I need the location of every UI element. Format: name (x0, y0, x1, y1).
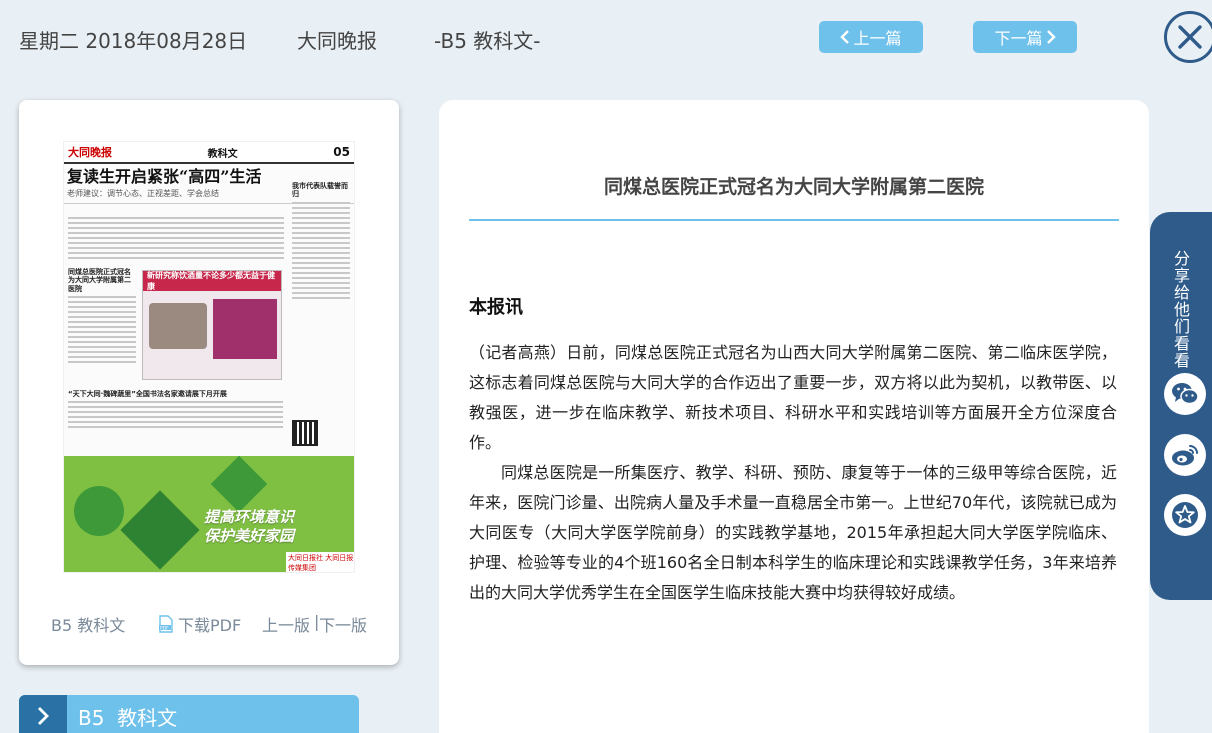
download-pdf-link[interactable]: PDF 下载PDF (158, 612, 241, 636)
thumb-green-ad-line-2: 保护美好家园 (204, 526, 295, 545)
paper-name: 大同晚报 (297, 29, 377, 53)
chevron-right-icon (1046, 30, 1056, 44)
chevron-right-icon (19, 695, 67, 733)
thumb-green-ad: 提高环境意识 保护美好家园 大同日报社 大同日报传媒集团 (64, 455, 354, 572)
thumb-masthead: 大同晚报 教科文 05 (64, 142, 354, 164)
thumb-section-label: B5 教科文 (51, 616, 126, 635)
thumb-ad-banner: 新研究称饮酒量不论多少都无益于健康 (143, 271, 281, 291)
thumb-green-ad-line-1: 提高环境意识 (204, 508, 295, 526)
thumb-ad-image (149, 303, 207, 349)
share-wechat-button[interactable] (1164, 373, 1206, 415)
page-thumbnail[interactable]: 大同晚报 教科文 05 复读生开启紧张“高四”生活 老师建议：调节心态、正视差距… (63, 141, 355, 573)
close-button[interactable] (1164, 11, 1212, 63)
share-label: 分享给他们看看 (1173, 249, 1190, 370)
favorite-button[interactable] (1164, 494, 1206, 536)
top-bar: 星期二 2018年08月28日 大同晚报 -B5 教科文- 上一篇 下一篇 (0, 0, 1212, 76)
article-title: 同煤总医院正式冠名为大同大学附属第二医院 (603, 176, 984, 198)
close-icon (1178, 25, 1202, 49)
article-panel: 同煤总医院正式冠名为大同大学附属第二医院 本报讯 （记者高燕）日前，同煤总医院正… (439, 100, 1149, 733)
section-tab[interactable]: B5 教科文 (19, 695, 359, 733)
thumb-text-block (68, 214, 284, 262)
download-pdf-label: 下载PDF (178, 616, 242, 635)
thumb-story-head: 同煤总医院正式冠名为大同大学附属第二医院 (68, 268, 131, 293)
thumb-advertisement: 新研究称饮酒量不论多少都无益于健康 (142, 270, 282, 380)
thumb-section: 教科文 (207, 148, 238, 160)
svg-text:PDF: PDF (160, 625, 169, 631)
thumb-ad-panel (213, 299, 277, 359)
page-thumbnail-card: 大同晚报 教科文 05 复读生开启紧张“高四”生活 老师建议：调节心态、正视差距… (19, 100, 399, 665)
thumb-green-ad-text: 提高环境意识 保护美好家园 (204, 508, 294, 546)
prev-article-label: 上一篇 (853, 29, 902, 48)
thumb-qr-code (292, 420, 318, 446)
prev-article-button[interactable]: 上一篇 (819, 21, 923, 53)
issue-date: 星期二 2018年08月28日 (19, 29, 248, 53)
share-sidebar: 分享给他们看看 (1150, 212, 1212, 600)
title-divider (469, 219, 1119, 221)
wechat-icon (1172, 383, 1199, 405)
article-lead: 本报讯 (469, 297, 523, 318)
section-tab-label: B5 教科文 (78, 705, 178, 730)
thumb-green-ad-note: 大同日报社 大同日报传媒集团 (286, 552, 354, 572)
thumb-story-column: 同煤总医院正式冠名为大同大学附属第二医院 (68, 268, 136, 366)
weibo-icon (1172, 445, 1198, 466)
article-paragraph: 同煤总医院是一所集医疗、教学、科研、预防、康复等于一体的三级甲等综合医院，近年来… (469, 463, 1117, 602)
chevron-left-icon (840, 30, 850, 44)
next-article-button[interactable]: 下一篇 (973, 21, 1077, 53)
thumb-side-column: 我市代表队载誉而归 (292, 182, 350, 302)
prev-page-link[interactable]: 上一版 (262, 612, 310, 636)
thumb-side-head: 我市代表队载誉而归 (292, 182, 348, 199)
section-name: -B5 教科文- (434, 29, 541, 53)
thumb-logo: 大同晚报 (68, 146, 112, 159)
pdf-icon: PDF (159, 615, 173, 633)
next-page-link[interactable]: 下一版 (319, 612, 367, 636)
share-weibo-button[interactable] (1164, 434, 1206, 476)
thumb-story-head-2: “天下大同·魏碑蔬里”全国书法名家邀请展下月开展 (68, 390, 227, 398)
article-body: （记者高燕）日前，同煤总医院正式冠名为山西大同大学附属第二医院、第二临床医学院，… (469, 338, 1117, 608)
favorite-icon (1172, 502, 1198, 528)
thumb-page-number: 05 (333, 145, 350, 159)
next-article-label: 下一篇 (994, 29, 1043, 48)
article-paragraph: （记者高燕）日前，同煤总医院正式冠名为山西大同大学附属第二医院、第二临床医学院，… (469, 343, 1117, 452)
